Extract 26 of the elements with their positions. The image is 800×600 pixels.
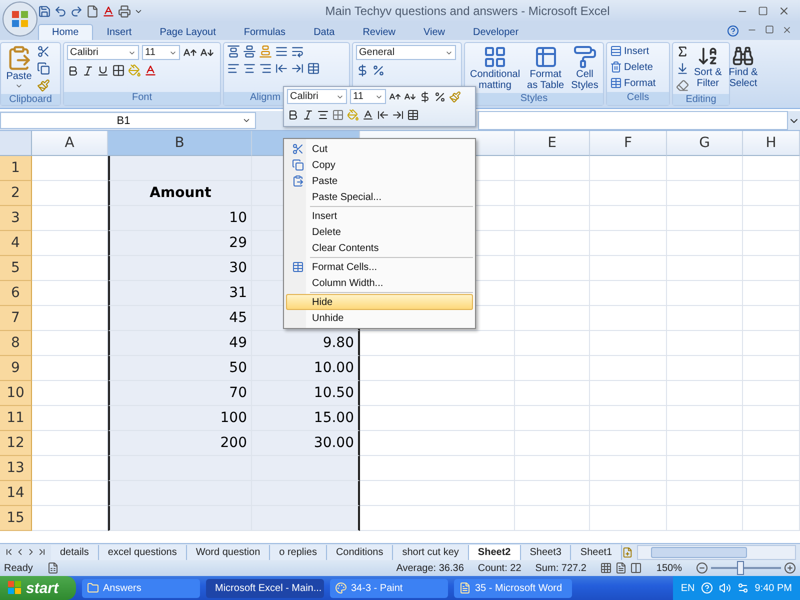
table-cell: 200 — [108, 431, 252, 456]
table-cell: 15.00 — [252, 406, 360, 431]
clock: 9:40 PM — [754, 582, 792, 594]
status-text: Ready — [4, 562, 33, 574]
table-cell: 30 — [108, 256, 252, 281]
table-cell: 45 — [108, 306, 252, 331]
table-cell: 31 — [108, 281, 252, 306]
table-cell: 70 — [108, 381, 252, 406]
group-label: Cells — [607, 92, 669, 105]
window-title: Main Techyv questions and answers - Microsoft Excel — [324, 4, 611, 18]
status-text: Count: 22 — [478, 562, 522, 574]
table-cell: 10.00 — [252, 356, 360, 381]
group-label: Font — [64, 92, 220, 105]
status-text: Average: 36.36 — [396, 562, 464, 574]
table-cell: 10.50 — [252, 381, 360, 406]
table-cell: 9.80 — [252, 331, 360, 356]
table-cell: 100 — [108, 406, 252, 431]
table-cell: 30.00 — [252, 431, 360, 456]
table-cell: 49 — [108, 331, 252, 356]
group-label: Editing — [673, 94, 729, 105]
table-cell: 10 — [108, 206, 252, 231]
table-cell: 29 — [108, 231, 252, 256]
group-label: Clipboard — [1, 94, 60, 105]
table-cell: 50 — [108, 356, 252, 381]
status-text: Sum: 727.2 — [535, 562, 586, 574]
table-cell: Amount — [108, 181, 252, 206]
